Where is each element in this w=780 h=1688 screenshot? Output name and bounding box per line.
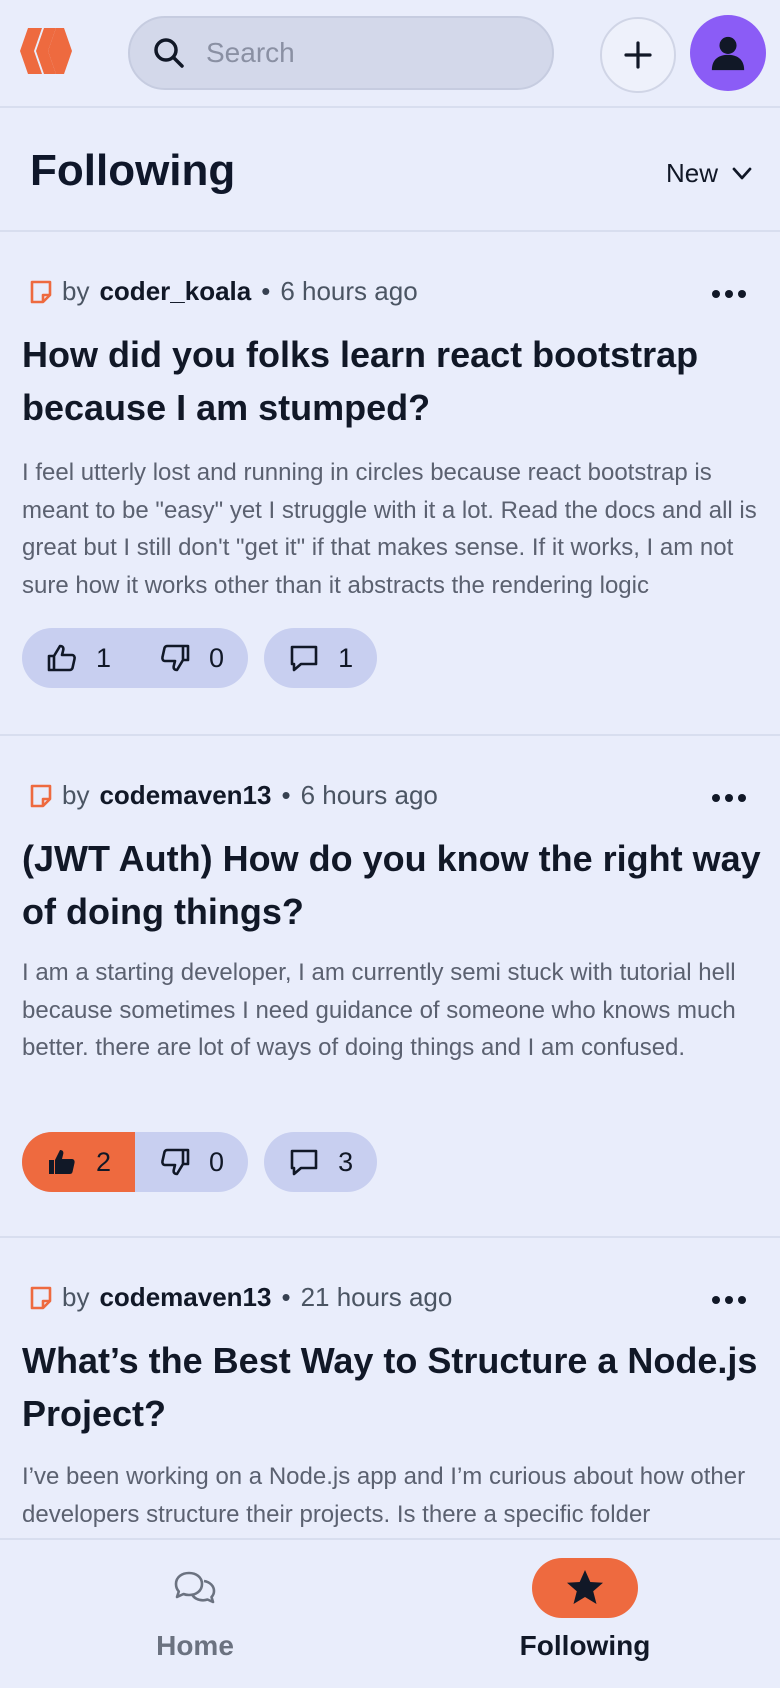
top-bar: Search [0,0,780,108]
comments-button[interactable]: 3 [264,1132,378,1192]
more-options-button[interactable] [712,1296,746,1304]
post-actions: 2 0 3 [22,1132,378,1192]
by-label: by [62,780,90,810]
downvote-count: 0 [209,1146,225,1177]
nav-home[interactable]: Home [0,1540,390,1688]
plus-icon [624,41,652,69]
upvote-count: 1 [96,642,112,673]
downvote-button[interactable]: 0 [135,628,248,688]
create-post-button[interactable] [600,17,676,93]
feed-heading: Following New [0,108,780,232]
comment-count: 1 [338,642,354,673]
page-title: Following [30,146,236,195]
post-meta: by codemaven13 • 6 hours ago [28,780,438,811]
nav-following-icon-wrap [532,1558,638,1618]
thumbs-down-icon [161,1148,190,1176]
thumbs-up-icon [49,1150,75,1174]
chevron-down-icon [732,167,752,179]
sort-label: New [665,158,718,188]
meta-separator: • [281,780,291,810]
vote-group: 2 0 [22,1132,249,1192]
vote-group: 1 0 [22,628,249,688]
post-meta: by coder_koala • 6 hours ago [28,276,418,307]
post-icon [30,784,52,807]
avatar[interactable] [690,15,766,91]
post-time: 6 hours ago [300,780,438,810]
upvote-count: 2 [96,1146,112,1177]
upvote-button[interactable]: 2 [22,1132,136,1192]
author-name[interactable]: codemaven13 [99,780,271,811]
search-icon [154,38,184,68]
comment-icon [290,1149,318,1176]
search-placeholder: Search [206,37,295,68]
nav-following-label: Following [519,1630,651,1661]
meta-separator: • [261,276,271,306]
comment-icon [290,645,318,672]
bottom-nav: Home Following [0,1538,780,1688]
sort-dropdown[interactable]: New [666,158,752,189]
nav-following[interactable]: Following [390,1540,780,1688]
post-meta: by codemaven13 • 21 hours ago [28,1282,452,1313]
downvote-count: 0 [209,642,225,673]
post-time: 21 hours ago [300,1282,453,1312]
post-card[interactable]: by codemaven13 • 6 hours ago (JWT Auth) … [0,736,780,1238]
post-title[interactable]: What’s the Best Way to Structure a Node.… [22,1334,762,1440]
nav-home-icon-wrap [142,1558,248,1618]
upvote-button[interactable]: 1 [22,628,135,688]
post-title[interactable]: How did you folks learn react bootstrap … [22,328,762,434]
by-label: by [62,1282,90,1312]
thumbs-down-icon [161,644,190,672]
chat-bubbles-icon [174,1571,216,1604]
star-icon [567,1570,603,1604]
downvote-button[interactable]: 0 [135,1132,248,1192]
app-logo-icon[interactable] [18,22,76,80]
post-title[interactable]: (JWT Auth) How do you know the right way… [22,832,762,938]
post-time: 6 hours ago [280,276,418,306]
post-card[interactable]: by coder_koala • 6 hours ago How did you… [0,232,780,736]
nav-home-label: Home [156,1630,234,1661]
thumbs-up-icon [47,644,76,672]
author-name[interactable]: coder_koala [99,276,251,307]
user-icon [711,36,745,71]
more-options-button[interactable] [712,290,746,298]
post-card[interactable]: by codemaven13 • 21 hours ago What’s the… [0,1238,780,1538]
post-body: I feel utterly lost and running in circl… [22,459,757,599]
post-actions: 1 0 1 [22,628,378,688]
search-input[interactable]: Search [128,16,554,90]
post-icon [30,280,52,303]
post-body: I am a starting developer, I am currentl… [22,959,736,1061]
comment-count: 3 [338,1146,354,1177]
post-body: I’ve been working on a Node.js app and I… [22,1463,746,1528]
by-label: by [62,276,90,306]
more-options-button[interactable] [712,794,746,802]
comments-button[interactable]: 1 [264,628,378,688]
author-name[interactable]: codemaven13 [99,1282,271,1313]
post-icon [30,1286,52,1309]
meta-separator: • [281,1282,291,1312]
